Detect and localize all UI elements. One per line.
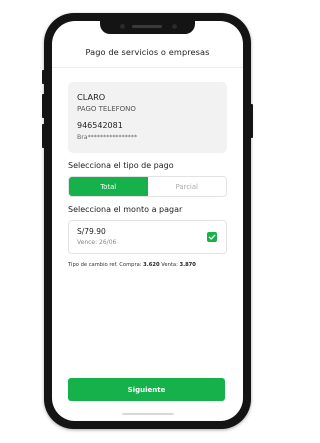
phone-number: 946542081 <box>77 121 123 130</box>
volume-down-button <box>42 124 45 148</box>
payment-type-partial[interactable]: Parcial <box>147 177 226 196</box>
exchange-rate-prefix: Tipo de cambio ref. Compra: <box>68 262 142 268</box>
amount-checkbox[interactable] <box>207 232 217 242</box>
company-name: CLARO <box>77 92 106 102</box>
power-button <box>250 104 253 138</box>
mute-switch <box>42 70 45 84</box>
camera-icon <box>120 24 125 29</box>
amount-value: S/79.90 <box>77 227 106 236</box>
volume-up-button <box>42 94 45 118</box>
payment-type-selector: Total Parcial <box>68 176 227 197</box>
exchange-rate-sell-label: Venta: <box>161 262 178 268</box>
speaker-grille <box>132 25 162 28</box>
sensor-icon <box>172 24 177 29</box>
checkmark-icon <box>208 234 216 240</box>
due-date: Vence: 26/06 <box>77 239 117 246</box>
page-title: Pago de servicios o empresas <box>85 47 210 57</box>
amount-option[interactable]: S/79.90 Vence: 26/06 <box>68 220 227 254</box>
service-card: CLARO PAGO TELEFONO 946542081 Bra*******… <box>68 82 227 153</box>
exchange-rate-info: Tipo de cambio ref. Compra: 3.620 Venta:… <box>68 262 196 268</box>
exchange-rate-buy: 3.620 <box>143 262 160 268</box>
exchange-rate-sell: 3.870 <box>179 262 196 268</box>
phone-frame: Pago de servicios o empresas CLARO PAGO … <box>44 13 251 429</box>
header-divider <box>52 67 243 68</box>
payment-type-total[interactable]: Total <box>69 177 148 196</box>
phone-notch <box>100 21 195 34</box>
next-button[interactable]: Siguiente <box>68 378 225 401</box>
amount-label: Selecciona el monto a pagar <box>68 205 183 214</box>
home-indicator <box>122 413 174 415</box>
service-type: PAGO TELEFONO <box>77 105 136 113</box>
payment-type-label: Selecciona el tipo de pago <box>68 161 174 170</box>
holder-name-masked: Bra**************** <box>77 134 138 141</box>
phone-screen: Pago de servicios o empresas CLARO PAGO … <box>52 21 243 421</box>
